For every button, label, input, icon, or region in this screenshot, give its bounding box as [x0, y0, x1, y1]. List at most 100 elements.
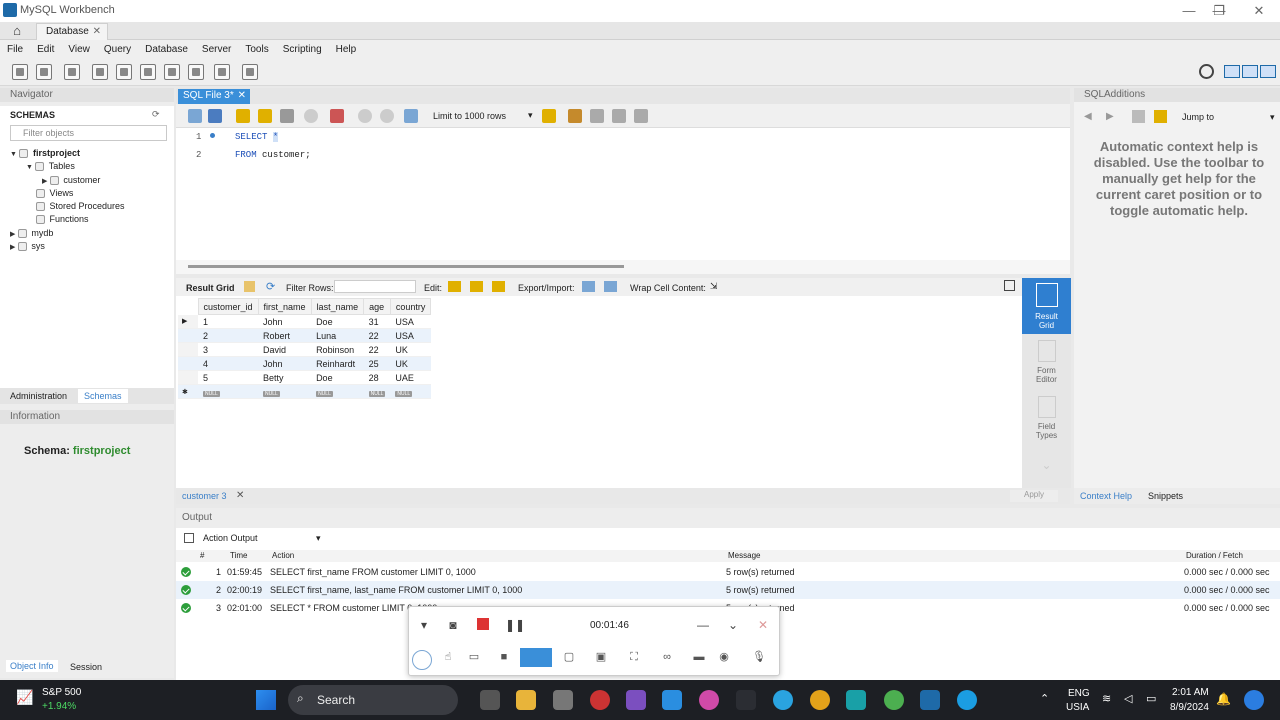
grid-cell[interactable]: 1 — [198, 314, 259, 329]
menu-tools[interactable]: Tools — [238, 44, 275, 55]
toggle-panel-icon[interactable] — [1004, 280, 1015, 291]
grid-cell[interactable]: Reinhardt — [311, 356, 364, 371]
grid-cell[interactable]: NULL — [363, 384, 391, 399]
grid-cell[interactable]: Luna — [311, 328, 364, 343]
toggle-continue-icon[interactable] — [330, 109, 344, 123]
beautify-icon[interactable] — [568, 109, 582, 123]
commit-icon[interactable] — [358, 109, 372, 123]
column-header[interactable]: first_name — [257, 298, 312, 315]
recorder-app-icon[interactable] — [590, 690, 610, 710]
clock-date[interactable]: 8/9/2024 — [1170, 702, 1209, 713]
result-grid-button[interactable]: Result Grid — [1022, 278, 1071, 334]
code-line-2[interactable]: FROM customer; — [235, 150, 311, 160]
grid-cell[interactable]: John — [258, 314, 312, 329]
create-view-icon[interactable] — [140, 64, 156, 80]
grid-cell[interactable]: Doe — [311, 314, 364, 329]
calculator-icon[interactable] — [553, 690, 573, 710]
table-row[interactable]: 5 Betty Doe 28 UAE — [178, 370, 431, 385]
microphone-icon[interactable]: 🎙 — [751, 649, 767, 665]
tab-customer-3[interactable]: customer 3 — [182, 491, 227, 501]
tree-views[interactable]: Views — [36, 188, 73, 199]
execute-icon[interactable] — [236, 109, 250, 123]
collapse-icon[interactable]: ⌄ — [722, 615, 744, 635]
create-function-icon[interactable] — [188, 64, 204, 80]
result-grid[interactable]: customer_id first_name last_name age cou… — [178, 298, 432, 399]
new-row[interactable]: ✱ NULL NULL NULL NULL NULL — [178, 384, 431, 399]
camera-icon[interactable]: ◙ — [442, 615, 464, 635]
reconnect-icon[interactable] — [242, 64, 258, 80]
volume-icon[interactable]: ◁ — [1124, 692, 1132, 705]
table-row[interactable]: 2 Robert Luna 22 USA — [178, 328, 431, 343]
grid-cell[interactable]: 28 — [363, 370, 391, 385]
grid-cell[interactable]: 22 — [363, 328, 391, 343]
jump-to-select[interactable]: Jump to — [1182, 112, 1214, 122]
taskbar-search[interactable]: ⌕ Search — [288, 685, 458, 715]
tree-functions[interactable]: Functions — [36, 214, 89, 225]
menu-database[interactable]: Database — [138, 44, 195, 55]
grid-cell[interactable]: 25 — [363, 356, 391, 371]
grid-cell[interactable]: 22 — [363, 342, 391, 357]
hand-icon[interactable]: ☝ — [440, 649, 456, 665]
row-header[interactable] — [178, 356, 198, 371]
grid-cell[interactable]: 31 — [363, 314, 391, 329]
close-icon[interactable]: ✕ — [752, 615, 774, 635]
row-header[interactable] — [178, 342, 198, 357]
sql-editor[interactable] — [176, 128, 1070, 260]
import-icon[interactable] — [604, 281, 617, 292]
table-row[interactable]: 4 John Reinhardt 25 UK — [178, 356, 431, 371]
schema-mydb[interactable]: ▶ mydb — [10, 228, 53, 239]
collapsed-arrow-icon[interactable]: ▶ — [10, 231, 15, 238]
column-header[interactable]: age — [363, 298, 391, 315]
copilot-icon[interactable] — [1244, 690, 1264, 710]
table-row[interactable]: 3 David Robinson 22 UK — [178, 342, 431, 357]
fullscreen-capture-button[interactable] — [520, 648, 552, 667]
auto-help-icon[interactable] — [1154, 110, 1167, 123]
tab-session[interactable]: Session — [70, 662, 102, 672]
collapsed-arrow-icon[interactable]: ▶ — [10, 244, 15, 251]
expand-arrow-icon[interactable]: ▼ — [26, 164, 33, 171]
refresh-icon[interactable]: ⟳ — [266, 280, 275, 293]
vscode-icon[interactable] — [662, 690, 682, 710]
create-schema-icon[interactable] — [92, 64, 108, 80]
row-header[interactable] — [178, 370, 198, 385]
grid-cell[interactable]: UAE — [390, 370, 431, 385]
code-line-1[interactable]: SELECT * — [235, 132, 279, 142]
stop-icon[interactable] — [304, 109, 318, 123]
back-arrow-icon[interactable]: ◀ — [1084, 111, 1092, 122]
grid-cell[interactable]: David — [258, 342, 312, 357]
task-view-icon[interactable] — [480, 690, 500, 710]
arduino-icon[interactable] — [846, 690, 866, 710]
monitor-icon[interactable]: ▢ — [561, 649, 577, 665]
tab-schemas[interactable]: Schemas — [78, 389, 128, 403]
language-primary[interactable]: ENG — [1068, 688, 1090, 699]
tab-administration[interactable]: Administration — [10, 391, 67, 401]
menu-help[interactable]: Help — [329, 44, 364, 55]
folder-icon[interactable]: ▬ — [691, 649, 707, 665]
inspector-icon[interactable] — [64, 64, 80, 80]
toggle-output-icon[interactable] — [1242, 65, 1258, 78]
search-icon[interactable] — [590, 109, 604, 123]
file-explorer-icon[interactable] — [516, 690, 536, 710]
edit-row-icon[interactable] — [448, 281, 461, 292]
visual-studio-icon[interactable] — [626, 690, 646, 710]
limit-rows-select[interactable]: Limit to 1000 rows — [433, 111, 506, 121]
wrap-lines-icon[interactable] — [634, 109, 648, 123]
clock-time[interactable]: 2:01 AM — [1172, 687, 1209, 698]
region-icon[interactable]: ⛶ — [626, 649, 642, 665]
invisible-chars-icon[interactable] — [612, 109, 626, 123]
minimize-button-2[interactable]: — — [1174, 2, 1204, 20]
output-row[interactable]: 1 01:59:45 SELECT first_name FROM custom… — [176, 563, 1280, 581]
cursor-highlight-icon[interactable] — [412, 650, 432, 670]
menu-scripting[interactable]: Scripting — [276, 44, 329, 55]
table-row[interactable]: ▶ 1 John Doe 31 USA — [178, 314, 431, 329]
tree-stored-procedures[interactable]: Stored Procedures — [36, 201, 125, 212]
tab-context-help[interactable]: Context Help — [1080, 491, 1132, 501]
grid-cell[interactable]: NULL — [390, 384, 431, 399]
expand-arrow-icon[interactable]: ▼ — [10, 151, 17, 158]
save-icon[interactable] — [208, 109, 222, 123]
filter-objects-input[interactable]: Filter objects — [10, 125, 167, 141]
close-icon[interactable]: ✕ — [238, 90, 246, 101]
wifi-icon[interactable]: ≋ — [1102, 692, 1111, 705]
apply-button[interactable]: Apply — [1010, 490, 1058, 502]
chevron-up-icon[interactable]: ⌃ — [1040, 692, 1049, 705]
